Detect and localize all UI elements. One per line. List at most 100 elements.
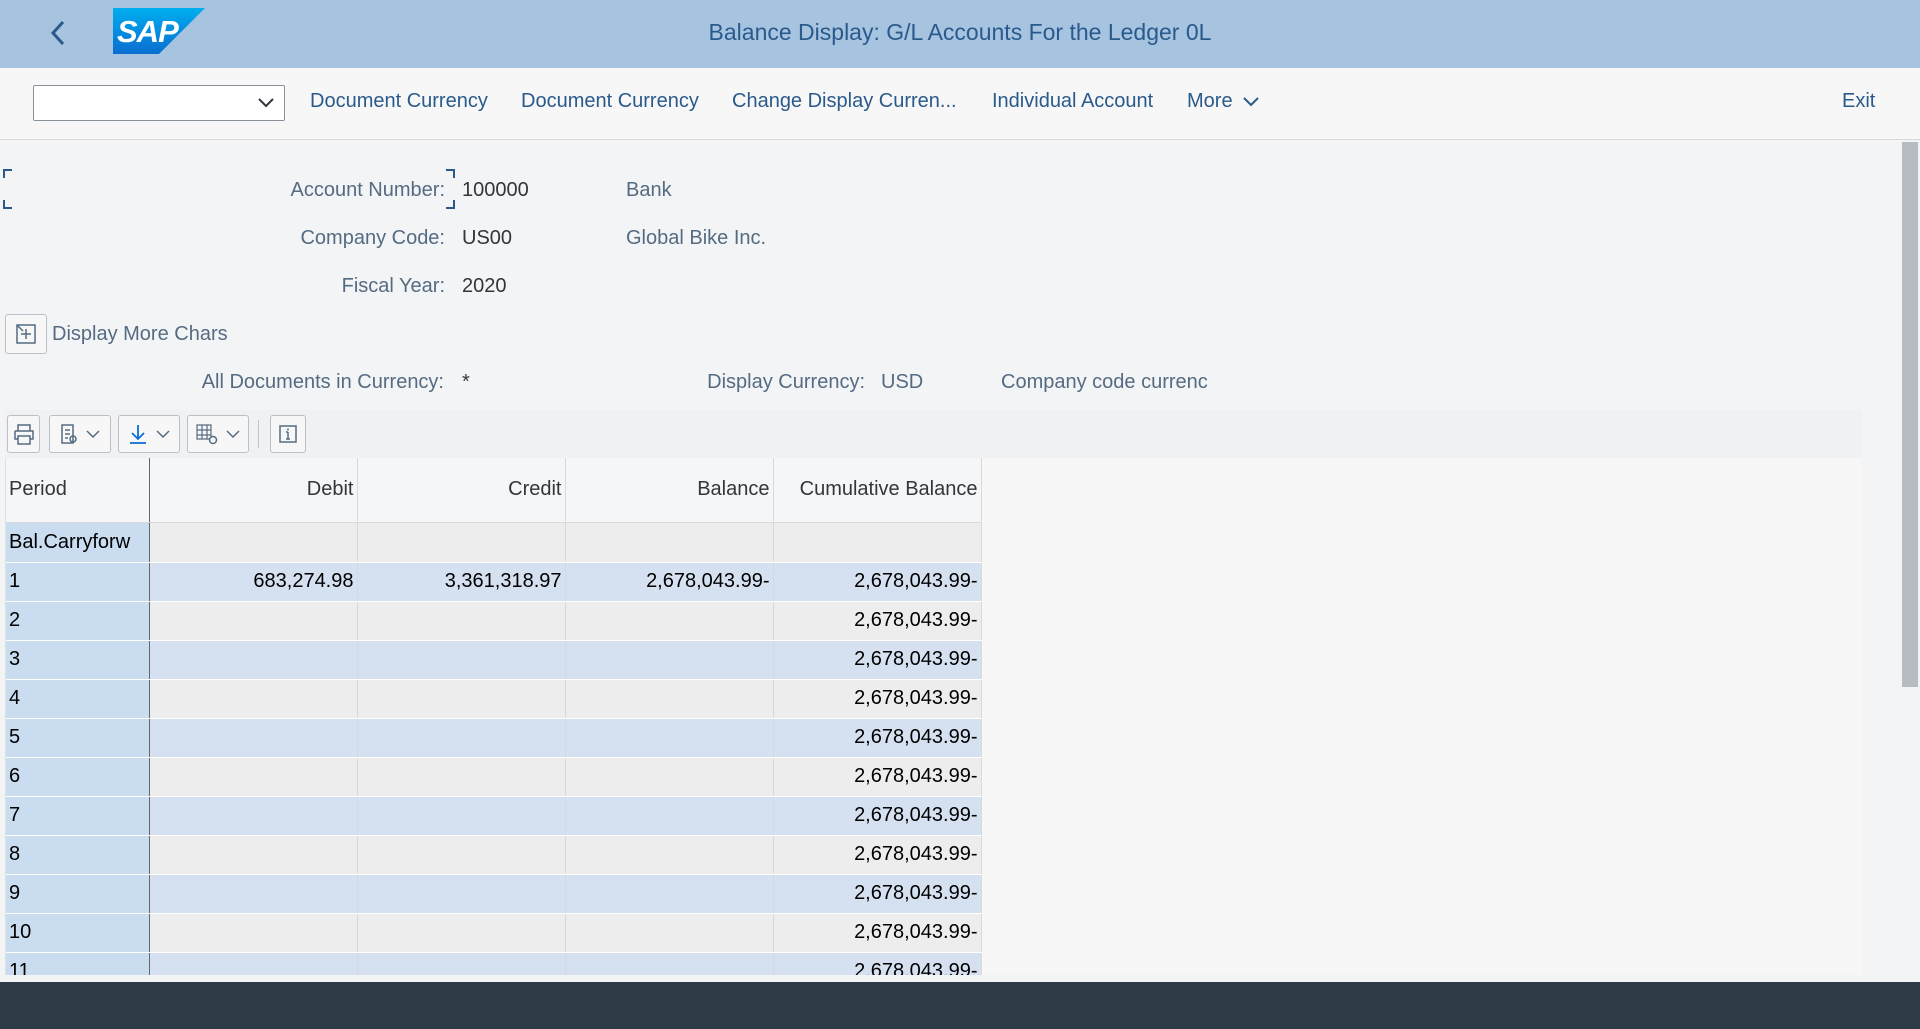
cumulative-balance-cell[interactable]: 2,678,043.99-: [773, 562, 982, 602]
credit-cell[interactable]: [357, 522, 566, 563]
info-button[interactable]: [270, 415, 306, 453]
credit-cell[interactable]: [357, 679, 566, 719]
column-header-cumulative-balance[interactable]: Cumulative Balance: [773, 458, 982, 523]
column-header-credit[interactable]: Credit: [357, 458, 566, 523]
debit-cell[interactable]: [149, 835, 358, 875]
vertical-scrollbar-thumb[interactable]: [1902, 142, 1918, 687]
balance-cell[interactable]: 2,678,043.99-: [565, 562, 774, 602]
period-cell[interactable]: 3: [6, 640, 150, 680]
variant-select[interactable]: [33, 85, 285, 121]
cumulative-balance-cell[interactable]: 2,678,043.99-: [773, 796, 982, 836]
balance-cell[interactable]: [565, 640, 774, 680]
balance-cell[interactable]: [565, 757, 774, 797]
display-more-chars-button[interactable]: [5, 314, 47, 354]
print-button[interactable]: [7, 415, 40, 453]
cumulative-balance-cell[interactable]: 2,678,043.99-: [773, 601, 982, 641]
layout-settings-button[interactable]: [187, 415, 249, 453]
debit-cell[interactable]: [149, 796, 358, 836]
debit-cell[interactable]: [149, 640, 358, 680]
period-cell[interactable]: 5: [6, 718, 150, 758]
debit-cell[interactable]: [149, 522, 358, 563]
cumulative-balance-cell[interactable]: [773, 522, 982, 563]
balance-cell[interactable]: [565, 718, 774, 758]
table-row[interactable]: 1 683,274.98 3,361,318.97 2,678,043.99- …: [6, 562, 982, 602]
corner-bracket-icon: [3, 169, 12, 178]
export-button[interactable]: [118, 415, 180, 453]
period-cell[interactable]: Bal.Carryforw: [6, 522, 150, 563]
period-cell[interactable]: 8: [6, 835, 150, 875]
balance-cell[interactable]: [565, 601, 774, 641]
change-display-currency-button[interactable]: Change Display Curren...: [732, 90, 957, 113]
table-row[interactable]: 9 2,678,043.99-: [6, 874, 982, 914]
table-row[interactable]: 3 2,678,043.99-: [6, 640, 982, 680]
credit-cell[interactable]: [357, 913, 566, 953]
credit-cell[interactable]: [357, 718, 566, 758]
balance-cell[interactable]: [565, 679, 774, 719]
document-currency-button[interactable]: Document Currency: [310, 90, 488, 113]
document-currency-button-2[interactable]: Document Currency: [521, 90, 699, 113]
account-number-value[interactable]: 100000: [462, 179, 529, 202]
period-cell[interactable]: 6: [6, 757, 150, 797]
debit-cell[interactable]: [149, 757, 358, 797]
period-cell[interactable]: 11: [6, 952, 150, 975]
more-button[interactable]: More: [1187, 90, 1260, 113]
table-row[interactable]: 7 2,678,043.99-: [6, 796, 982, 836]
table-row[interactable]: 4 2,678,043.99-: [6, 679, 982, 719]
debit-cell[interactable]: [149, 874, 358, 914]
balance-cell[interactable]: [565, 835, 774, 875]
table-row[interactable]: Bal.Carryforw: [6, 522, 982, 563]
period-cell[interactable]: 9: [6, 874, 150, 914]
credit-cell[interactable]: [357, 874, 566, 914]
table-row[interactable]: 6 2,678,043.99-: [6, 757, 982, 797]
period-cell[interactable]: 4: [6, 679, 150, 719]
cumulative-balance-cell[interactable]: 2,678,043.99-: [773, 874, 982, 914]
period-cell[interactable]: 2: [6, 601, 150, 641]
account-number-label: Account Number:: [290, 179, 445, 201]
balance-cell[interactable]: [565, 913, 774, 953]
debit-cell[interactable]: 683,274.98: [149, 562, 358, 602]
debit-cell[interactable]: [149, 952, 358, 975]
debit-cell[interactable]: [149, 718, 358, 758]
balance-cell[interactable]: [565, 952, 774, 975]
cumulative-balance-cell[interactable]: 2,678,043.99-: [773, 640, 982, 680]
cumulative-balance-cell[interactable]: 2,678,043.99-: [773, 757, 982, 797]
credit-cell[interactable]: [357, 601, 566, 641]
toolbar-separator: [258, 420, 259, 448]
print-preview-button[interactable]: [49, 415, 111, 453]
period-cell[interactable]: 7: [6, 796, 150, 836]
cumulative-balance-cell[interactable]: 2,678,043.99-: [773, 718, 982, 758]
company-code-value[interactable]: US00: [462, 227, 512, 250]
column-header-balance[interactable]: Balance: [565, 458, 774, 523]
credit-cell[interactable]: [357, 757, 566, 797]
cumulative-balance-cell[interactable]: 2,678,043.99-: [773, 913, 982, 953]
table-row[interactable]: 11 2,678,043.99-: [6, 952, 982, 975]
info-icon: [279, 425, 297, 443]
column-header-period[interactable]: Period: [6, 458, 150, 523]
cumulative-balance-cell[interactable]: 2,678,043.99-: [773, 679, 982, 719]
debit-cell[interactable]: [149, 679, 358, 719]
table-row[interactable]: 2 2,678,043.99-: [6, 601, 982, 641]
fiscal-year-value[interactable]: 2020: [462, 275, 507, 298]
balance-table: Period Debit Credit Balance Cumulative B…: [6, 458, 982, 975]
debit-cell[interactable]: [149, 601, 358, 641]
balance-cell[interactable]: [565, 796, 774, 836]
column-header-debit[interactable]: Debit: [149, 458, 358, 523]
individual-account-button[interactable]: Individual Account: [992, 90, 1153, 113]
cumulative-balance-cell[interactable]: 2,678,043.99-: [773, 835, 982, 875]
table-row[interactable]: 5 2,678,043.99-: [6, 718, 982, 758]
balance-cell[interactable]: [565, 874, 774, 914]
credit-cell[interactable]: [357, 640, 566, 680]
credit-cell[interactable]: [357, 952, 566, 975]
table-row[interactable]: 8 2,678,043.99-: [6, 835, 982, 875]
credit-cell[interactable]: [357, 835, 566, 875]
display-currency-value: USD: [881, 371, 924, 393]
table-row[interactable]: 10 2,678,043.99-: [6, 913, 982, 953]
period-cell[interactable]: 10: [6, 913, 150, 953]
cumulative-balance-cell[interactable]: 2,678,043.99-: [773, 952, 982, 975]
credit-cell[interactable]: [357, 796, 566, 836]
balance-cell[interactable]: [565, 522, 774, 563]
debit-cell[interactable]: [149, 913, 358, 953]
period-cell[interactable]: 1: [6, 562, 150, 602]
exit-button[interactable]: Exit: [1842, 90, 1875, 113]
credit-cell[interactable]: 3,361,318.97: [357, 562, 566, 602]
